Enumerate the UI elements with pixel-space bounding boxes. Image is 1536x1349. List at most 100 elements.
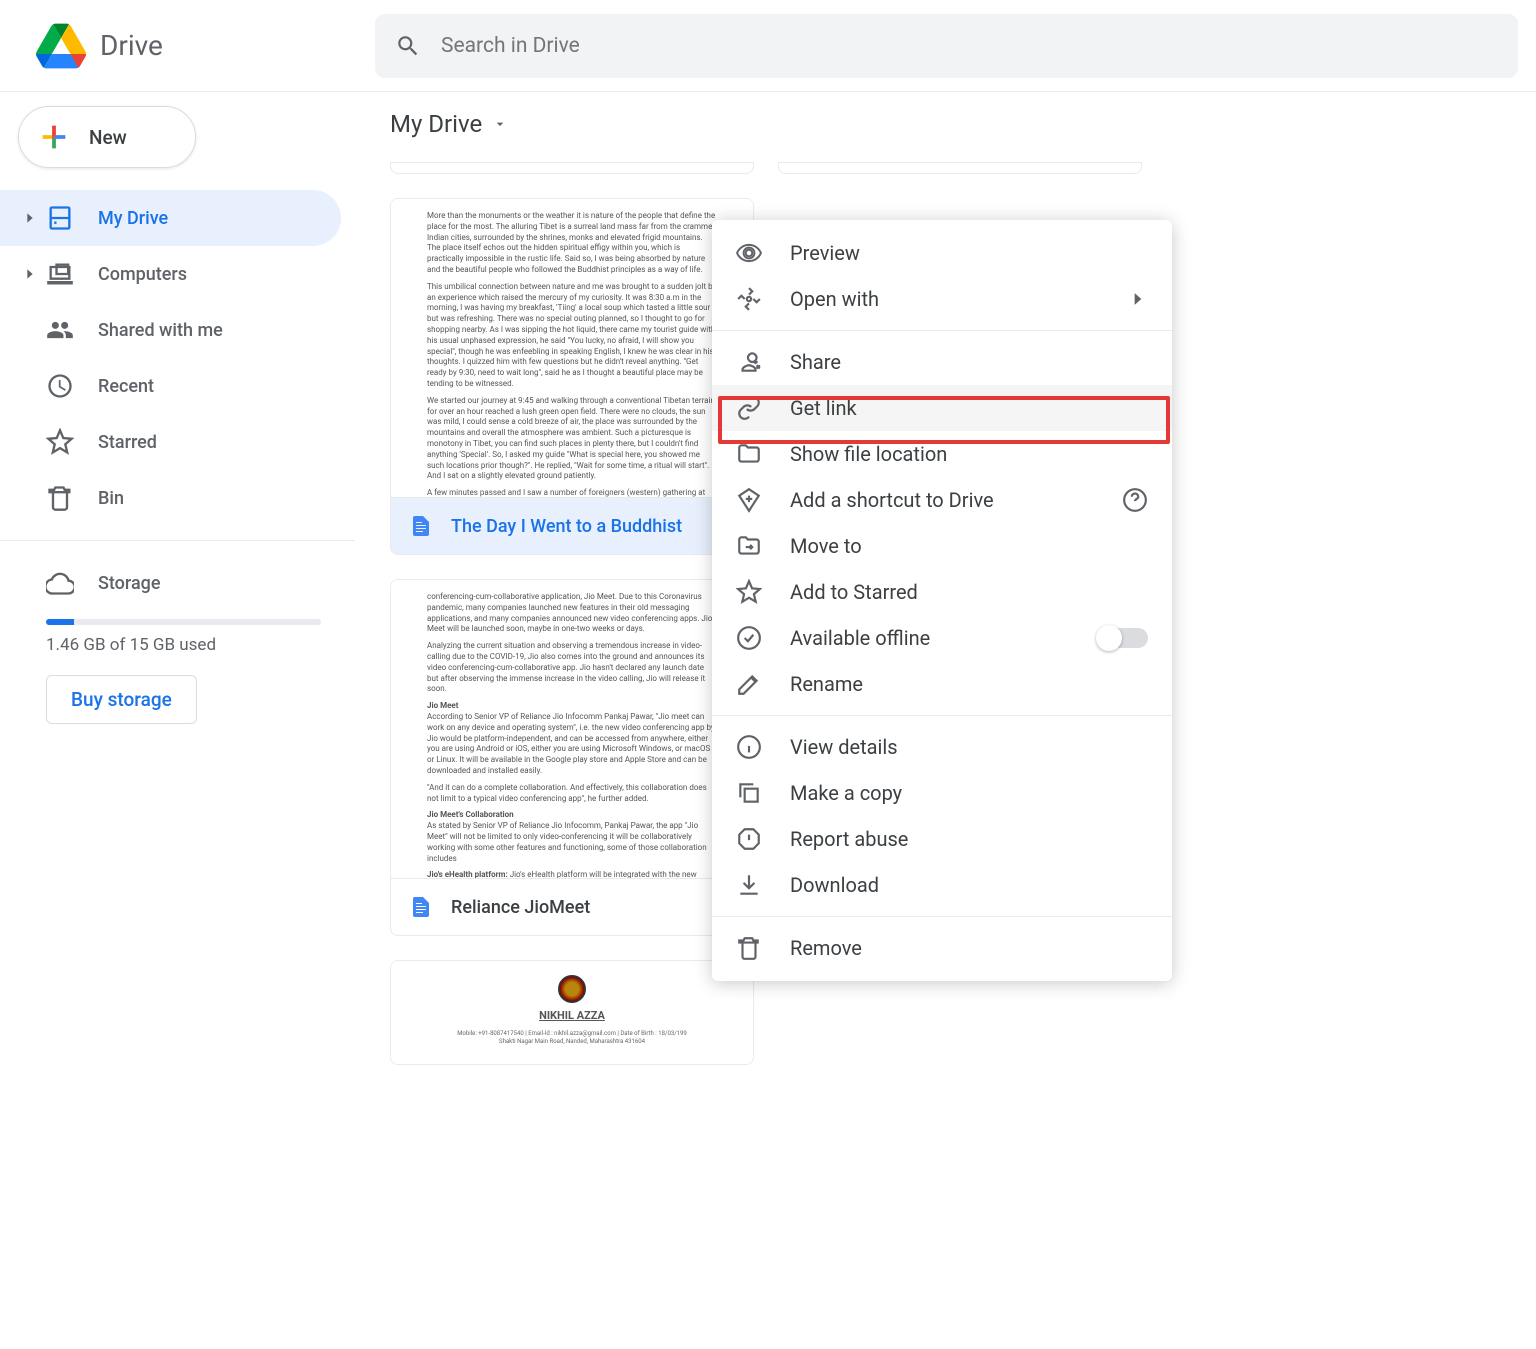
file-preview: conferencing-cum-collaborative applicati… bbox=[391, 580, 753, 878]
ctx-remove[interactable]: Remove bbox=[712, 925, 1172, 971]
ctx-label: Add a shortcut to Drive bbox=[790, 488, 994, 512]
file-bar[interactable]: Reliance JioMeet bbox=[391, 878, 753, 935]
file-card[interactable]: More than the monuments or the weather i… bbox=[390, 198, 754, 555]
nav-label: My Drive bbox=[98, 208, 168, 229]
ctx-details[interactable]: View details bbox=[712, 724, 1172, 770]
ctx-label: Add to Starred bbox=[790, 580, 918, 604]
file-card-ghost bbox=[778, 162, 1142, 174]
copy-icon bbox=[736, 780, 762, 806]
nav-shared[interactable]: Shared with me bbox=[0, 302, 341, 358]
new-button-label: New bbox=[89, 126, 127, 149]
resume-meta: Mobile: +91-8087417540 | Email-Id : nikh… bbox=[427, 1030, 717, 1038]
offline-icon bbox=[736, 625, 762, 651]
nav-my-drive[interactable]: My Drive bbox=[0, 190, 341, 246]
docs-icon bbox=[409, 514, 433, 538]
separator bbox=[712, 330, 1172, 331]
chevron-right-icon bbox=[22, 210, 38, 226]
ctx-label: Download bbox=[790, 873, 879, 897]
ctx-label: Preview bbox=[790, 241, 860, 265]
breadcrumb[interactable]: My Drive bbox=[390, 110, 1536, 138]
file-name: Reliance JioMeet bbox=[451, 897, 590, 918]
file-preview: NIKHIL AZZA Mobile: +91-8087417540 | Ema… bbox=[391, 961, 753, 1065]
separator bbox=[712, 916, 1172, 917]
offline-toggle[interactable] bbox=[1098, 628, 1148, 648]
file-card[interactable]: NIKHIL AZZA Mobile: +91-8087417540 | Ema… bbox=[390, 960, 754, 1065]
ctx-share[interactable]: Share bbox=[712, 339, 1172, 385]
download-icon bbox=[736, 872, 762, 898]
logo-block[interactable]: Drive bbox=[18, 21, 373, 71]
info-icon bbox=[736, 734, 762, 760]
storage-text: 1.46 GB of 15 GB used bbox=[46, 635, 355, 655]
plus-icon bbox=[37, 120, 71, 154]
ctx-report[interactable]: Report abuse bbox=[712, 816, 1172, 862]
ctx-show-location[interactable]: Show file location bbox=[712, 431, 1172, 477]
app-name: Drive bbox=[100, 29, 163, 62]
starred-icon bbox=[46, 428, 74, 456]
file-bar[interactable]: The Day I Went to a Buddhist bbox=[391, 497, 753, 554]
ctx-label: Move to bbox=[790, 534, 862, 558]
help-icon[interactable] bbox=[1122, 487, 1148, 513]
openwith-icon bbox=[736, 286, 762, 312]
ctx-label: Get link bbox=[790, 396, 857, 420]
nav-bin[interactable]: Bin bbox=[0, 470, 341, 526]
ctx-label: Open with bbox=[790, 287, 879, 311]
nav-storage[interactable]: Storage bbox=[0, 555, 341, 611]
nav-label: Computers bbox=[98, 264, 187, 285]
nav-label: Recent bbox=[98, 376, 154, 397]
ctx-open-with[interactable]: Open with bbox=[712, 276, 1172, 322]
storage-bar bbox=[46, 619, 321, 625]
chevron-right-icon bbox=[1128, 289, 1148, 309]
moveto-icon bbox=[736, 533, 762, 559]
search-input[interactable] bbox=[441, 34, 1498, 58]
ctx-copy[interactable]: Make a copy bbox=[712, 770, 1172, 816]
buy-storage-button[interactable]: Buy storage bbox=[46, 675, 197, 724]
recent-icon bbox=[46, 372, 74, 400]
nav-starred[interactable]: Starred bbox=[0, 414, 341, 470]
file-card-ghost bbox=[390, 162, 754, 174]
eye-icon bbox=[736, 240, 762, 266]
ctx-label: View details bbox=[790, 735, 898, 759]
file-preview: More than the monuments or the weather i… bbox=[391, 199, 753, 497]
ctx-add-starred[interactable]: Add to Starred bbox=[712, 569, 1172, 615]
chevron-down-icon bbox=[492, 116, 508, 132]
divider bbox=[0, 540, 355, 541]
ctx-label: Rename bbox=[790, 672, 863, 696]
star-icon bbox=[736, 579, 762, 605]
docs-icon bbox=[409, 895, 433, 919]
report-icon bbox=[736, 826, 762, 852]
share-icon bbox=[736, 349, 762, 375]
ctx-label: Show file location bbox=[790, 442, 947, 466]
file-card[interactable]: conferencing-cum-collaborative applicati… bbox=[390, 579, 754, 936]
ctx-shortcut[interactable]: Add a shortcut to Drive bbox=[712, 477, 1172, 523]
ctx-move-to[interactable]: Move to bbox=[712, 523, 1172, 569]
link-icon bbox=[736, 395, 762, 421]
nav-label: Starred bbox=[98, 432, 157, 453]
storage-label: Storage bbox=[98, 573, 161, 594]
bin-icon bbox=[46, 484, 74, 512]
nav-label: Shared with me bbox=[98, 320, 223, 341]
rename-icon bbox=[736, 671, 762, 697]
trash-icon bbox=[736, 935, 762, 961]
ctx-label: Available offline bbox=[790, 626, 930, 650]
drive-logo-icon bbox=[36, 21, 86, 71]
ctx-get-link[interactable]: Get link bbox=[712, 385, 1172, 431]
ctx-rename[interactable]: Rename bbox=[712, 661, 1172, 707]
search-icon bbox=[395, 33, 421, 59]
new-button[interactable]: New bbox=[18, 106, 196, 168]
folder-icon bbox=[736, 441, 762, 467]
ctx-download[interactable]: Download bbox=[712, 862, 1172, 908]
nav-label: Bin bbox=[98, 488, 124, 509]
sidebar: New My Drive Computers Shared with me Re… bbox=[0, 92, 355, 724]
context-menu: Preview Open with Share Get link Show fi… bbox=[712, 220, 1172, 981]
search-bar[interactable] bbox=[375, 14, 1518, 78]
ctx-label: Remove bbox=[790, 936, 862, 960]
nav-recent[interactable]: Recent bbox=[0, 358, 341, 414]
file-name: The Day I Went to a Buddhist bbox=[451, 516, 682, 537]
drive-icon bbox=[46, 204, 74, 232]
ctx-preview[interactable]: Preview bbox=[712, 230, 1172, 276]
header: Drive bbox=[0, 0, 1536, 92]
nav-computers[interactable]: Computers bbox=[0, 246, 341, 302]
ctx-offline[interactable]: Available offline bbox=[712, 615, 1172, 661]
separator bbox=[712, 715, 1172, 716]
resume-name: NIKHIL AZZA bbox=[427, 1009, 717, 1024]
